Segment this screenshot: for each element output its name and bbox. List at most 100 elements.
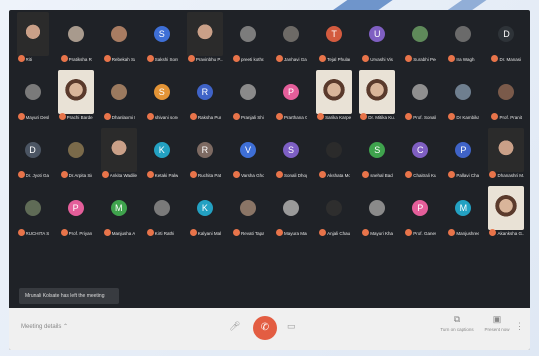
participant-tile[interactable]: Akanksha G...: [488, 186, 525, 238]
participant-tile[interactable]: K Ketaki Palwa...: [146, 128, 178, 180]
participant-avatar: K: [196, 200, 213, 216]
participant-tile[interactable]: preeti kothra...: [232, 12, 264, 64]
participant-tile[interactable]: Akshata More: [318, 128, 350, 180]
participant-avatar: R: [196, 142, 213, 158]
participant-avatar: [498, 84, 515, 100]
more-options-icon[interactable]: ⋮: [515, 321, 524, 332]
participant-tile[interactable]: Pranjali Shin...: [232, 70, 264, 122]
mic-muted-icon: [448, 113, 456, 120]
participant-avatar: [283, 26, 300, 42]
participant-tile[interactable]: K Kalyani Mali: [189, 186, 221, 238]
participant-avatar: C: [412, 142, 429, 158]
participant-tile[interactable]: Dr. Mitika Ku...: [359, 70, 396, 122]
participant-tile[interactable]: Sshivani sonc...: [146, 70, 178, 122]
participant-tile[interactable]: Janhavi Gan...: [275, 12, 307, 64]
participant-tile[interactable]: M Manjushree ...: [447, 186, 479, 238]
mic-muted-icon: [448, 55, 456, 62]
participant-avatar: P: [455, 142, 472, 158]
participant-tile[interactable]: T Tejal Phulare: [318, 12, 350, 64]
participant-name: Kirti Rathi: [154, 231, 175, 236]
participant-tile[interactable]: Dr.Arpita Sin...: [60, 128, 92, 180]
participant-name: preeti kothra...: [240, 57, 264, 62]
participant-tile[interactable]: Dhanashri M...: [488, 128, 525, 180]
participant-tile[interactable]: Surabhi Pedn...: [404, 12, 436, 64]
mic-muted-icon: [101, 171, 109, 178]
participant-tile[interactable]: D Dr. Manasi J...: [490, 12, 522, 64]
participant-name: Dr. Jyoti Gaik...: [25, 173, 49, 178]
participant-tile[interactable]: Prachi Barde: [57, 70, 94, 122]
participant-tile[interactable]: V Varsha Ghon...: [232, 128, 264, 180]
participant-name: Kalyani Mali: [197, 231, 221, 236]
participant-tile[interactable]: Kirti Rathi: [146, 186, 178, 238]
participant-tile[interactable]: Pratiksha Ra...: [60, 12, 92, 64]
participant-tile[interactable]: S Sonali Dhoge: [275, 128, 307, 180]
participant-tile[interactable]: P Pallavi Chaval...: [447, 128, 479, 180]
microphone-icon[interactable]: 🎤︎: [229, 321, 240, 332]
participant-tile[interactable]: Ankita Wadile: [100, 128, 137, 180]
participant-tile[interactable]: Revati Tapas...: [232, 186, 264, 238]
hang-up-button[interactable]: ✆: [253, 316, 277, 340]
captions-button[interactable]: ⧉ Turn on captions: [437, 314, 477, 332]
participant-tile[interactable]: Sarika Karpe: [316, 70, 353, 122]
meeting-details-button[interactable]: Meeting details ⌃: [21, 323, 68, 330]
participant-tile[interactable]: Prof. Sonali ...: [404, 70, 436, 122]
mic-muted-icon: [448, 171, 456, 178]
participant-avatar: [153, 200, 170, 216]
participant-tile[interactable]: S Sakshi Sonta...: [146, 12, 178, 64]
participant-tile[interactable]: RUCHITA SH...: [17, 186, 49, 238]
participant-tile[interactable]: Dhanlaxmi K...: [103, 70, 135, 122]
participant-tile[interactable]: Rebekah Salel: [103, 12, 135, 64]
participant-name: Riti: [25, 57, 33, 62]
participant-tile[interactable]: C Chaitrali Kull...: [404, 128, 436, 180]
participant-tile[interactable]: Mayuri Kharà...: [361, 186, 393, 238]
mic-muted-icon: [146, 171, 154, 178]
participant-avatar: S: [369, 142, 386, 158]
participant-tile[interactable]: Riti: [16, 12, 49, 64]
participant-tile[interactable]: R Ruchita Patil: [189, 128, 221, 180]
captions-label: Turn on captions: [440, 327, 474, 332]
participant-avatar: [239, 84, 256, 100]
participant-tile[interactable]: Anjali Chaud...: [318, 186, 350, 238]
participant-tile[interactable]: Ssnehal Badhan: [361, 128, 393, 180]
mic-muted-icon: [362, 229, 370, 236]
chevron-up-icon: ⌃: [63, 324, 69, 330]
participant-tile[interactable]: Prof. Pranita ...: [490, 70, 522, 122]
participant-tile[interactable]: P Prof. Ganesh...: [404, 186, 436, 238]
bottom-control-bar: Meeting details ⌃ 🎤︎ ✆ ▭ ⧉ Turn on capti…: [9, 308, 530, 350]
participant-name: Pallavi Chaval...: [456, 173, 480, 178]
participant-avatar: [283, 200, 300, 216]
participant-name: Akanksha G...: [497, 231, 525, 236]
participant-name: shivani sonc...: [154, 115, 178, 120]
participant-name: Dr.Arpita Sin...: [68, 173, 92, 178]
participant-avatar: [326, 200, 343, 216]
mic-muted-icon: [189, 229, 197, 236]
participant-tile[interactable]: P Prof. Priyank...: [60, 186, 92, 238]
participant-name: Prof. Sonali ...: [413, 115, 437, 120]
participant-name: Prof. Priyank...: [68, 231, 92, 236]
participant-avatar: [67, 142, 84, 158]
camera-icon[interactable]: ▭: [287, 321, 296, 332]
mic-muted-icon: [405, 113, 413, 120]
participant-tile[interactable]: Mayura Mar...: [275, 186, 307, 238]
participant-tile[interactable]: M Manjusha Ar...: [103, 186, 135, 238]
participant-avatar: R: [196, 84, 213, 100]
participant-tile[interactable]: Mayuri Desh...: [17, 70, 49, 122]
participant-tile[interactable]: P Prarthana G...: [275, 70, 307, 122]
mic-muted-icon: [319, 229, 327, 236]
participant-tile[interactable]: D Dr. Jyoti Gaik...: [17, 128, 49, 180]
present-now-button[interactable]: ▣ Present now: [477, 314, 517, 332]
mic-muted-icon: [146, 113, 154, 120]
participant-tile[interactable]: U Urvashi Vish...: [361, 12, 393, 64]
participant-avatar: [239, 26, 256, 42]
participant-name: Dhanlaxmi K...: [111, 115, 135, 120]
mic-muted-icon: [405, 55, 413, 62]
mic-muted-icon: [360, 113, 368, 120]
mic-muted-icon: [491, 55, 499, 62]
mic-muted-icon: [232, 55, 240, 62]
mic-muted-icon: [17, 229, 25, 236]
participant-tile[interactable]: Dr Kambikar...: [447, 70, 479, 122]
participant-tile[interactable]: Ira Wagh: [447, 12, 479, 64]
participant-tile[interactable]: Pravinbhu P...: [186, 12, 223, 64]
participant-name: RUCHITA SH...: [25, 231, 49, 236]
participant-tile[interactable]: R Raksha Pure...: [189, 70, 221, 122]
